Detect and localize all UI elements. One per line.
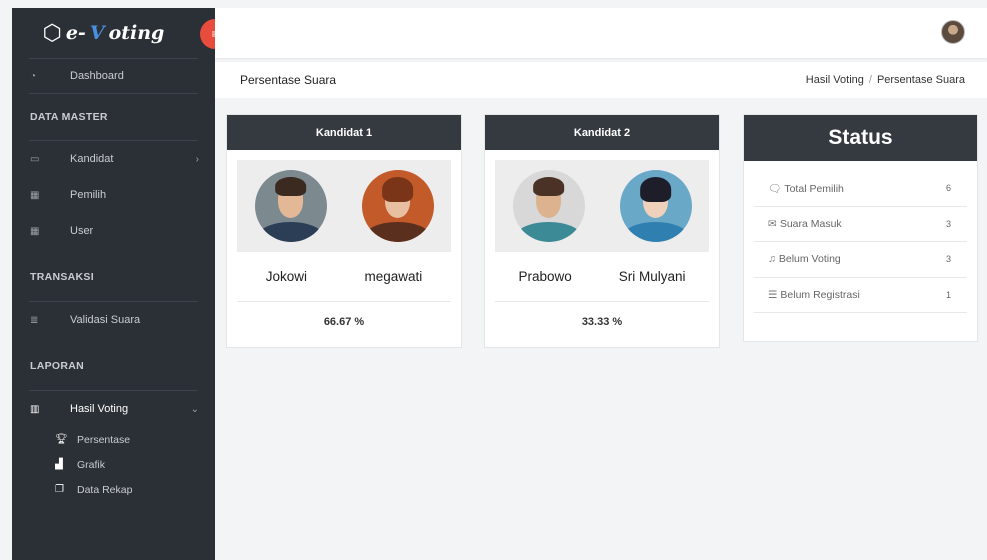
list-icon: ≣ [30,314,39,326]
copy-icon: ❐ [55,484,64,495]
envelope-icon: ✉ [768,217,777,230]
photo-row [237,160,451,252]
list-icon: ☰ [768,288,778,301]
candidate-name: Jokowi [265,269,307,284]
sidebar-subitem-grafik[interactable]: ▟ Grafik [12,452,215,477]
sidebar-subitem-label: Data Rekap [77,483,133,496]
vote-percentage: 33.33 % [581,316,623,328]
card-header: Kandidat 1 [227,115,461,150]
sidebar-item-label: Hasil Voting [70,403,129,415]
comments-icon: 🗨︎ [768,182,782,195]
cube-icon: ⬡ [42,20,62,46]
status-title: Status [744,115,977,161]
page-header: Persentase Suara Hasil Voting / Persentase… [215,62,987,98]
status-list: 🗨︎ Total Pemilih 6 ✉ Suara Masuk 3 ♫ Belum … [744,161,977,313]
photo-row [495,160,709,252]
sidebar-item-hasil-voting[interactable]: ▥ Hasil Voting ⌄ [12,391,215,427]
bell-icon: ♫ [768,253,776,266]
candidate-photo [361,170,434,242]
sidebar-item-label: Validasi Suara [70,314,141,326]
trophy-icon: 🏆︎ [55,434,68,445]
candidate-photo [619,170,692,242]
map-icon: ▥ [30,403,40,415]
grid-icon: ▦ [30,225,40,237]
status-value: 6 [945,183,951,194]
status-row-total-pemilih: 🗨︎ Total Pemilih 6 [754,171,967,207]
candidate-name: Prabowo [518,269,572,284]
sidebar-item-validasi[interactable]: ≣ Validasi Suara [12,302,215,338]
table-icon: ▦ [30,189,40,201]
sidebar-item-label: User [70,225,94,237]
candidate-name: Sri Mulyani [618,269,686,284]
sidebar-item-pemilih[interactable]: ▦ Pemilih [12,177,215,213]
candidate-names: Prabowo Sri Mulyani [495,252,709,302]
brand-prefix: e- [65,22,86,44]
status-value: 1 [945,289,951,300]
bar-chart-icon: ▟ [55,459,63,470]
brand-logo[interactable]: ⬡ e- Voting [12,8,215,58]
breadcrumb-separator: / [868,74,872,86]
sidebar: ⬡ e- Voting ◔ Dashboard DATA MASTER ▭ Kan… [12,8,215,560]
topbar [215,8,987,58]
candidate-photo [254,170,327,242]
status-row-belum-registrasi: ☰ Belum Registrasi 1 [754,278,967,313]
candidate-photo [512,170,585,242]
chevron-down-icon: ⌄ [190,403,199,415]
section-laporan: LAPORAN [30,360,85,372]
sidebar-subitem-persentase[interactable]: 🏆︎ Persentase [12,427,215,452]
status-value: 3 [945,218,951,229]
status-row-belum-voting: ♫ Belum Voting 3 [754,242,967,278]
candidate-card-1: Kandidat 1 Jokowi megawati 66.67 % [226,114,462,348]
dashboard-icon: ◔ [30,70,37,82]
candidate-name: megawati [364,269,423,284]
brand-check: V [89,22,105,44]
breadcrumb-current: Persentase Suara [876,74,965,86]
user-avatar[interactable] [941,20,965,44]
section-data-master: DATA MASTER [30,111,108,123]
sidebar-item-label: Kandidat [70,153,114,165]
sidebar-item-dashboard[interactable]: ◔ Dashboard [12,59,215,93]
status-label: Belum Voting [778,253,841,266]
brand-suffix: oting [108,22,165,44]
vote-percentage: 66.67 % [323,316,365,328]
breadcrumb-link[interactable]: Hasil Voting [806,74,864,86]
sidebar-item-label: Dashboard [70,70,124,82]
sidebar-item-user[interactable]: ▦ User [12,213,215,249]
section-transaksi: TRANSAKSI [30,271,94,283]
status-row-suara-masuk: ✉ Suara Masuk 3 [754,207,967,242]
sidebar-subitem-label: Grafik [77,458,106,471]
status-label: Total Pemilih [784,182,844,195]
sidebar-subitem-data-rekap[interactable]: ❐ Data Rekap [12,477,215,502]
laptop-icon: ▭ [30,153,40,165]
sidebar-subitem-label: Persentase [77,433,131,446]
status-label: Suara Masuk [779,217,842,230]
breadcrumb: Hasil Voting / Persentase Suara [806,74,965,86]
candidate-card-2: Kandidat 2 Prabowo Sri Mulyani 33.33 % [484,114,720,348]
card-header: Kandidat 2 [485,115,719,150]
sidebar-item-kandidat[interactable]: ▭ Kandidat › [12,141,215,177]
status-card: Status 🗨︎ Total Pemilih 6 ✉ Suara Masuk 3 … [743,114,978,342]
page-title: Persentase Suara [240,73,337,87]
sidebar-item-label: Pemilih [70,189,107,201]
chevron-right-icon: › [195,153,199,165]
candidate-names: Jokowi megawati [237,252,451,302]
status-value: 3 [945,254,951,265]
status-label: Belum Registrasi [780,288,860,301]
